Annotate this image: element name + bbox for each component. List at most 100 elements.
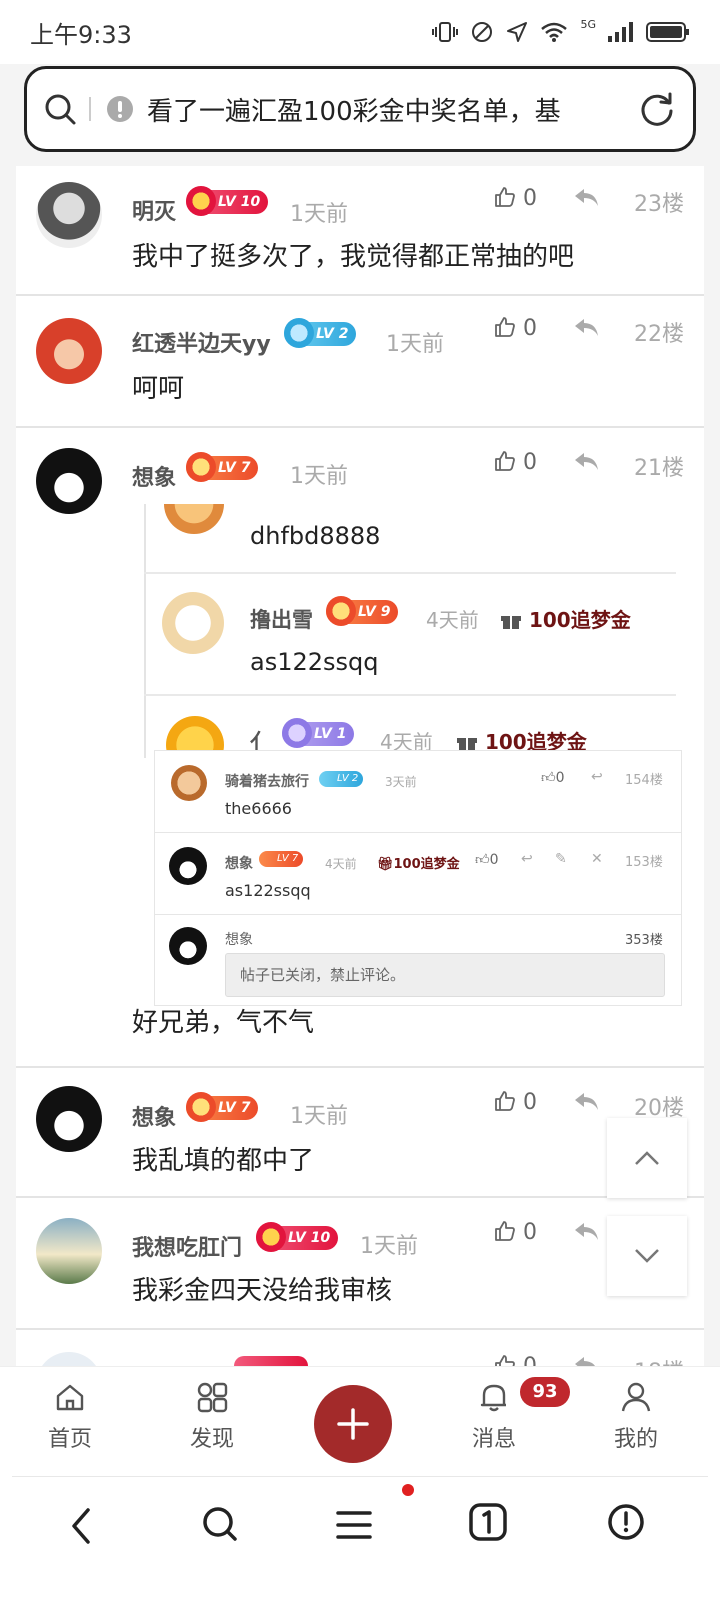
avatar[interactable] (36, 1218, 102, 1284)
scroll-down-button[interactable] (607, 1216, 687, 1296)
reply-icon[interactable] (572, 186, 600, 208)
comment-time: 1天前 (386, 332, 444, 357)
tab-profile[interactable]: 我的 (586, 1381, 686, 1453)
notification-dot (402, 1484, 414, 1496)
floor-number: 23楼 (634, 192, 684, 217)
comment-author[interactable]: 我想吃肛门 (132, 1230, 242, 1262)
comment-author[interactable]: 红透半边天yy (132, 326, 271, 358)
comment-time: 1天前 (290, 202, 348, 227)
chevron-down-icon[interactable] (633, 1247, 661, 1265)
reply-button[interactable] (572, 186, 600, 214)
level-badge: LV 7 (186, 1092, 259, 1122)
thumb-up-icon[interactable] (494, 450, 516, 472)
reply-icon[interactable] (572, 1090, 600, 1112)
post-button[interactable] (314, 1385, 392, 1463)
vibrate-icon (432, 22, 459, 42)
comment-image[interactable]: dhfbd8888 撸出雪 LV 9 4天前 100追梦金 as122ssqq … (144, 504, 704, 1006)
more-options-icon[interactable] (606, 1502, 646, 1542)
screenshot-likes: 👍︎0 (475, 852, 499, 868)
level-badge: LV 10 (256, 1222, 339, 1252)
search-bar[interactable]: 看了一遍汇盈100彩金中奖名单，基 (24, 66, 696, 152)
embedded-screenshot: 骑着猪去旅行 LV 2 3天前 👍︎0 ↩ 154楼 the6666 想象 LV… (154, 750, 682, 1006)
unread-badge: 93 (520, 1377, 570, 1407)
menu-icon[interactable] (334, 1508, 374, 1542)
avatar (169, 927, 207, 965)
browser-nav-bar (0, 1476, 720, 1600)
nested-reply-text: as122ssqq (250, 648, 379, 676)
closed-notice: 帖子已关闭，禁止评论。 (225, 953, 665, 997)
avatar[interactable] (36, 1086, 102, 1152)
chevron-up-icon[interactable] (633, 1149, 661, 1167)
comment-item: 明灭 LV 10 1天前 0 23楼 我中了挺多次了，我觉得都正常抽的吧 (16, 166, 704, 296)
comment-item: 想象 LV 7 1天前 0 20楼 我乱填的都中了 (16, 1068, 704, 1198)
search-divider (89, 97, 91, 121)
level-badge: LV 2 (319, 771, 364, 787)
divider (12, 1476, 708, 1477)
tab-discover[interactable]: 发现 (162, 1381, 262, 1453)
like-button[interactable]: 0 (494, 450, 537, 475)
comment-feed: 明灭 LV 10 1天前 0 23楼 我中了挺多次了，我觉得都正常抽的吧 红透半… (16, 166, 704, 1394)
like-button[interactable]: 0 (494, 316, 537, 341)
screenshot-time: 3天前 (385, 775, 417, 789)
comment-time: 1天前 (290, 464, 348, 489)
screenshot-text: as122ssqq (225, 881, 311, 900)
avatar (164, 504, 224, 534)
thumb-up-icon[interactable] (494, 1220, 516, 1242)
nested-time: 4天前 (426, 608, 479, 632)
avatar[interactable] (36, 182, 102, 248)
edit-icon: ✎ (555, 851, 567, 867)
gift-icon (501, 616, 521, 629)
tabs-count-icon[interactable] (468, 1502, 508, 1542)
comment-text: 我彩金四天没给我审核 (132, 1276, 393, 1306)
search-icon[interactable] (43, 92, 77, 126)
reply-icon[interactable] (572, 450, 600, 472)
gift-label: 🎁︎100追梦金 (377, 857, 460, 872)
status-bar: 上午9:33 5G (0, 0, 720, 64)
comment-author[interactable]: 想象 (132, 1100, 176, 1132)
avatar[interactable] (36, 318, 102, 384)
refresh-icon[interactable] (637, 89, 677, 129)
comment-text: 我中了挺多次了，我觉得都正常抽的吧 (132, 242, 575, 272)
scroll-up-button[interactable] (607, 1118, 687, 1198)
avatar (169, 847, 207, 885)
reply-button[interactable] (572, 316, 600, 344)
comment-author[interactable]: 明灭 (132, 194, 176, 226)
comment-text: 我乱填的都中了 (132, 1146, 315, 1176)
search-query[interactable]: 看了一遍汇盈100彩金中奖名单，基 (147, 91, 637, 128)
like-button[interactable]: 0 (494, 1090, 537, 1115)
back-icon[interactable] (66, 1506, 96, 1546)
reply-button[interactable] (572, 1220, 600, 1248)
screenshot-floor: 154楼 (625, 773, 663, 788)
reply-button[interactable] (572, 450, 600, 478)
nested-reply: 撸出雪 LV 9 4天前 100追梦金 as122ssqq (144, 574, 676, 696)
like-button[interactable]: 0 (494, 186, 537, 211)
reply-icon[interactable] (572, 316, 600, 338)
reply-icon[interactable] (572, 1220, 600, 1242)
avatar[interactable] (36, 448, 102, 514)
discover-grid-icon[interactable] (196, 1381, 228, 1413)
screenshot-text: the6666 (225, 799, 292, 818)
thumb-up-icon[interactable] (494, 316, 516, 338)
bell-icon[interactable] (478, 1381, 510, 1413)
reply-icon: ↩ (591, 769, 603, 785)
comment-item: 我想吃肛门 LV 10 1天前 0 我彩金四天没给我审核 (16, 1198, 704, 1330)
gift-icon (457, 738, 477, 751)
thumb-up-icon[interactable] (494, 186, 516, 208)
person-icon[interactable] (620, 1381, 652, 1413)
tab-home[interactable]: 首页 (20, 1381, 120, 1453)
reply-button[interactable] (572, 1090, 600, 1118)
location-icon (507, 22, 528, 42)
avatar (162, 592, 224, 654)
home-icon[interactable] (54, 1381, 86, 1413)
floor-number: 22楼 (634, 322, 684, 347)
plus-icon[interactable] (336, 1407, 370, 1441)
search-icon[interactable] (200, 1504, 240, 1544)
screenshot-author: 想象 (225, 932, 253, 948)
comment-text: 呵呵 (132, 374, 185, 404)
level-badge: LV 9 (326, 596, 399, 626)
like-button[interactable]: 0 (494, 1220, 537, 1245)
tab-label: 首页 (47, 1427, 92, 1452)
thumb-up-icon[interactable] (494, 1090, 516, 1112)
comment-author[interactable]: 想象 (132, 460, 176, 492)
delete-icon: ✕ (591, 851, 603, 867)
